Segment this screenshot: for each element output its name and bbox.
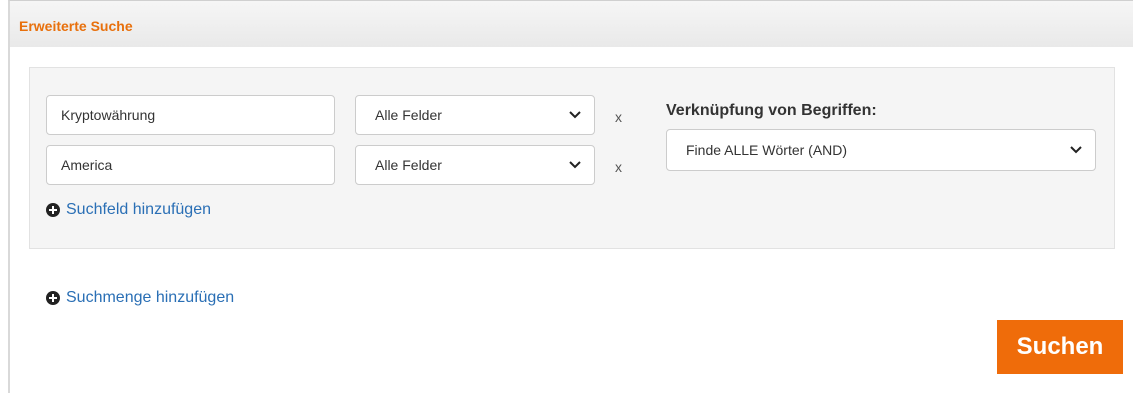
plus-circle-icon [46, 291, 60, 305]
join-operator-value: Finde ALLE Wörter (AND) [686, 142, 848, 158]
search-button[interactable]: Suchen [997, 320, 1123, 374]
add-search-field-link[interactable]: Suchfeld hinzufügen [46, 201, 211, 219]
join-operator-label: Verknüpfung von Begriffen: [666, 102, 877, 119]
remove-row-2-button[interactable]: x [615, 159, 622, 175]
join-operator-select[interactable]: Finde ALLE Wörter (AND) [666, 129, 1096, 171]
chevron-down-icon [1070, 146, 1082, 154]
advanced-search-header: Erweiterte Suche [10, 1, 1133, 47]
add-search-group-label: Suchmenge hinzufügen [66, 289, 235, 306]
field-select-2-value: Alle Felder [375, 157, 442, 173]
field-select-2[interactable]: Alle Felder [355, 145, 595, 185]
remove-row-1-button[interactable]: x [615, 109, 622, 125]
field-select-1-value: Alle Felder [375, 107, 442, 123]
search-term-input-1[interactable]: Kryptowährung [46, 95, 335, 135]
add-search-group-link[interactable]: Suchmenge hinzufügen [46, 289, 234, 307]
chevron-down-icon [569, 161, 581, 169]
field-select-1[interactable]: Alle Felder [355, 95, 595, 135]
search-term-input-2[interactable]: America [46, 145, 335, 185]
plus-circle-icon [46, 203, 60, 217]
chevron-down-icon [569, 111, 581, 119]
page-title: Erweiterte Suche [19, 18, 133, 34]
add-search-field-label: Suchfeld hinzufügen [66, 201, 211, 218]
